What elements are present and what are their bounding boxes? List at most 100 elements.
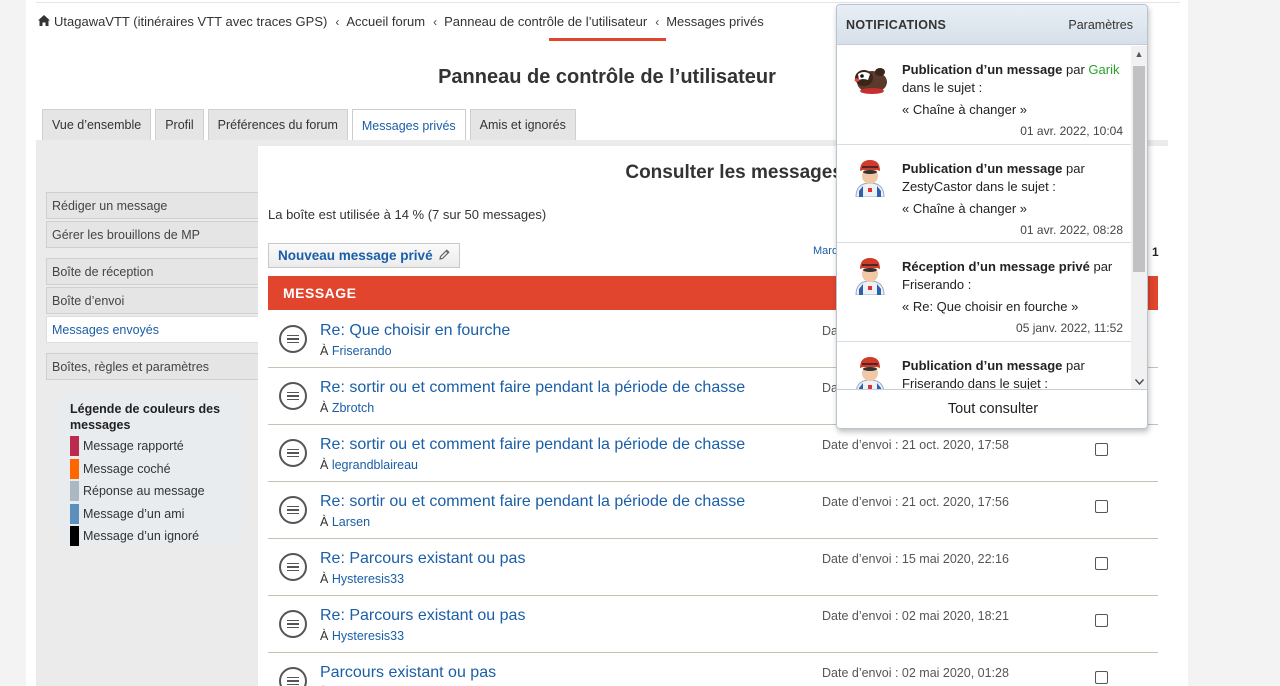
notification-text: Publication d’un message par ZestyCastor… [902, 160, 1127, 218]
legend-swatch [70, 481, 79, 502]
notification-by: par [1066, 160, 1085, 176]
breadcrumb-separator: ‹ [655, 14, 660, 29]
message-title-link[interactable]: Re: sortir ou et comment faire pendant l… [320, 379, 745, 397]
message-row: Parcours existant ou pas À jcloroutor21 … [268, 653, 1158, 686]
message-recipient: À legrandblaireau [320, 458, 418, 472]
legend-label: Message rapporté [83, 439, 184, 454]
home-icon [38, 14, 50, 29]
sidebar-item-options[interactable]: Boîtes, règles et paramètres [46, 353, 259, 380]
cyclist-avatar-icon [850, 354, 890, 390]
message-checkbox[interactable] [1095, 443, 1108, 456]
breadcrumb-separator: ‹ [433, 14, 438, 29]
page-number: 1 [1152, 245, 1159, 259]
scroll-up-icon[interactable]: ▲ [1131, 46, 1147, 62]
message-row: Re: sortir ou et comment faire pendant l… [268, 482, 1158, 539]
notification-type: Publication d’un message [902, 160, 1063, 176]
recipient-link[interactable]: Hysteresis33 [332, 629, 404, 643]
notification-time: 01 avr. 2022, 08:28 [1020, 222, 1123, 237]
notification-text: Réception d’un message privé par Frisera… [902, 258, 1127, 316]
mark-link[interactable]: Marq [813, 245, 838, 257]
message-title-link[interactable]: Re: Parcours existant ou pas [320, 607, 525, 625]
sidebar-item-inbox[interactable]: Boîte de réception [46, 258, 259, 285]
scroll-down-icon[interactable] [1131, 374, 1147, 390]
breadcrumb-pm[interactable]: Messages privés [666, 14, 764, 29]
message-read-icon [279, 610, 307, 638]
message-read-icon [279, 382, 307, 410]
breadcrumb: UtagawaVTT (itinéraires VTT avec traces … [38, 14, 764, 29]
tab-profile[interactable]: Profil [155, 109, 204, 140]
notification-type: Publication d’un message [902, 357, 1063, 373]
notification-suffix: dans le sujet : [975, 178, 1056, 194]
message-title-link[interactable]: Re: sortir ou et comment faire pendant l… [320, 493, 745, 511]
message-date: Date d’envoi : 02 mai 2020, 18:21 [822, 609, 1009, 623]
tab-private-messages[interactable]: Messages privés [351, 109, 466, 141]
notification-time: 01 avr. 2022, 10:04 [1020, 124, 1123, 138]
sidebar-item-outbox[interactable]: Boîte d’envoi [46, 287, 259, 314]
recipient-link[interactable]: legrandblaireau [332, 458, 418, 472]
notification-item[interactable]: Publication d’un message par Friserando … [837, 342, 1133, 391]
notification-time: 05 janv. 2022, 11:52 [1016, 321, 1123, 335]
breadcrumb-forum-home[interactable]: Accueil forum [346, 14, 425, 29]
breadcrumb-ucp[interactable]: Panneau de contrôle de l’utilisateur [444, 14, 647, 29]
notification-item[interactable]: Publication d’un message par ZestyCastor… [837, 145, 1133, 243]
tab-friends-foes[interactable]: Amis et ignorés [469, 109, 576, 140]
notification-suffix: : [967, 277, 972, 292]
message-read-icon [279, 325, 307, 353]
notifications-settings-link[interactable]: Paramètres [1068, 18, 1133, 32]
message-checkbox[interactable] [1095, 557, 1108, 570]
scrollbar-thumb[interactable] [1133, 66, 1145, 272]
notifications-scrollbar[interactable]: ▲ [1131, 46, 1147, 390]
tab-forum-preferences[interactable]: Préférences du forum [207, 109, 348, 140]
notification-quote: « Chaîne à changer » [902, 102, 1028, 117]
tab-overview[interactable]: Vue d’ensemble [42, 109, 152, 140]
message-read-icon [279, 553, 307, 581]
message-checkbox[interactable] [1095, 614, 1108, 627]
message-read-icon [279, 667, 307, 686]
recipient-prefix: À [320, 515, 329, 529]
message-row: Re: sortir ou et comment faire pendant l… [268, 425, 1158, 482]
active-section-indicator [549, 38, 666, 41]
breadcrumb-home[interactable]: UtagawaVTT (itinéraires VTT avec traces … [38, 14, 327, 29]
notification-suffix: dans le sujet : [902, 80, 983, 95]
recipient-link[interactable]: Zbrotch [332, 401, 374, 415]
legend-label: Message d’un ami [83, 506, 185, 521]
sidebar-item-drafts[interactable]: Gérer les brouillons de MP [46, 221, 259, 248]
recipient-link[interactable]: Friserando [332, 344, 392, 358]
legend-item: Message d’un ami [70, 503, 243, 526]
box-usage-text: La boîte est utilisée à 14 % (7 sur 50 m… [268, 207, 547, 222]
message-date: Date d’envoi : 21 oct. 2020, 17:56 [822, 495, 1009, 509]
sidebar-item-compose[interactable]: Rédiger un message [46, 192, 259, 219]
notification-quote: « Chaîne à changer » [902, 200, 1028, 216]
message-checkbox[interactable] [1095, 671, 1108, 684]
message-title-link[interactable]: Parcours existant ou pas [320, 664, 496, 682]
cyclist-avatar-icon [850, 157, 890, 197]
color-legend: Légende de couleurs des messages Message… [60, 395, 243, 547]
message-title-link[interactable]: Re: Que choisir en fourche [320, 322, 510, 340]
recipient-link[interactable]: Larsen [332, 515, 370, 529]
message-title-link[interactable]: Re: Parcours existant ou pas [320, 550, 525, 568]
message-recipient: À Larsen [320, 515, 370, 529]
legend-item: Réponse au message [70, 480, 243, 503]
legend-label: Réponse au message [83, 484, 205, 499]
recipient-prefix: À [320, 458, 329, 472]
notification-user: Friserando [902, 277, 965, 292]
notification-item[interactable]: Réception d’un message privé par Frisera… [837, 243, 1133, 342]
new-private-message-button[interactable]: Nouveau message privé [268, 243, 460, 268]
notification-suffix: dans le sujet : [967, 375, 1048, 391]
message-title-link[interactable]: Re: sortir ou et comment faire pendant l… [320, 436, 745, 454]
message-checkbox[interactable] [1095, 500, 1108, 513]
legend-item: Message coché [70, 458, 243, 481]
notifications-title: NOTIFICATIONS [846, 17, 947, 32]
cyclist-avatar-icon [850, 255, 890, 296]
recipient-link[interactable]: Hysteresis33 [332, 572, 404, 586]
legend-swatch [70, 436, 79, 457]
sidebar-item-sent[interactable]: Messages envoyés [46, 316, 259, 343]
notifications-header: NOTIFICATIONS Paramètres [837, 5, 1147, 45]
new-message-label: Nouveau message privé [278, 248, 433, 263]
view-all-notifications-link[interactable]: Tout consulter [837, 389, 1147, 428]
notification-text: Publication d’un message par Garik dans … [902, 61, 1127, 119]
legend-swatch [70, 503, 79, 524]
message-row: Re: Parcours existant ou pas À Hysteresi… [268, 596, 1158, 653]
pencil-icon [438, 248, 450, 263]
notification-item[interactable]: Publication d’un message par Garik dans … [837, 46, 1133, 145]
